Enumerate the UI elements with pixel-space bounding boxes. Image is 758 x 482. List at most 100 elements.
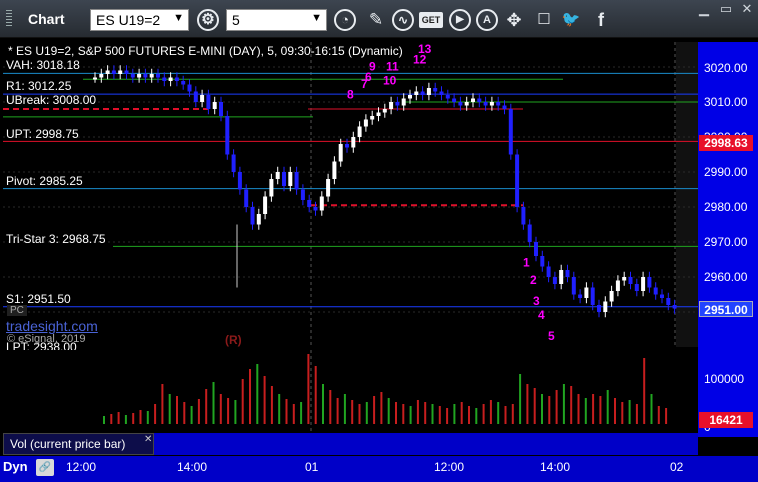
volume-bar [292, 404, 295, 424]
window-title: Chart [28, 11, 65, 27]
chart-title: * ES U19=2, S&P 500 FUTURES E-MINI (DAY)… [8, 44, 403, 58]
volume-tick: 100000 [704, 372, 745, 386]
volume-bar [161, 384, 164, 424]
price-plot[interactable]: 1 2 3 4 5 6 7 8 9 10 11 12 13 * ES U19=2, S&P 500 FU… [3, 42, 698, 354]
volume-bar [409, 406, 412, 424]
candle-body [156, 74, 160, 78]
volume-bar [621, 402, 624, 424]
candle-body [382, 109, 387, 113]
volume-bar [336, 398, 339, 424]
settings-gear-icon[interactable]: ⚙ [197, 9, 219, 31]
close-icon[interactable]: ✕ [144, 434, 152, 445]
clock-icon[interactable]: ◔ [334, 9, 356, 31]
candle-body [351, 137, 356, 148]
dyn-mode-label[interactable]: Dyn [3, 459, 28, 474]
candle-body [489, 102, 494, 106]
volume-bar [219, 394, 222, 424]
volume-bar [599, 396, 602, 424]
candle-body [124, 70, 129, 74]
volume-bar [446, 408, 449, 424]
candle-body [269, 179, 274, 197]
volume-bar [614, 398, 616, 424]
alert-icon[interactable]: A [476, 9, 498, 31]
volume-bar [497, 402, 500, 424]
volume-bar [416, 400, 419, 424]
candle-body [200, 95, 205, 102]
price-axis[interactable]: 3020.00 3010.00 3000.00 2990.00 2980.00 … [698, 42, 758, 437]
candle-body [584, 287, 589, 298]
chevron-down-icon[interactable]: ▼ [311, 12, 322, 24]
candle-body [288, 172, 293, 186]
interval-input[interactable]: 5 ▼ [226, 9, 327, 31]
volume-pane[interactable] [3, 350, 698, 432]
time-axis[interactable]: Dyn 🔗 12:00 14:00 01 12:00 14:00 02 [0, 456, 758, 482]
sequence-count: 1 [523, 256, 530, 270]
volume-bar [606, 390, 609, 424]
candle-body [174, 77, 179, 81]
r-marker: (R) [225, 333, 242, 347]
volume-bar [154, 404, 157, 424]
volume-bar [322, 384, 324, 424]
candle-body [275, 172, 280, 179]
volume-chart-svg [103, 350, 668, 432]
interval-value: 5 [232, 12, 240, 28]
candle-body [590, 287, 595, 305]
candle-body [647, 277, 652, 288]
indicator-icon[interactable]: ∿ [392, 9, 414, 31]
facebook-icon[interactable]: f [590, 9, 612, 31]
twitter-icon[interactable]: 🐦 [560, 9, 582, 31]
candle-body [118, 70, 123, 74]
sequence-count: 10 [383, 74, 397, 88]
volume-bar [314, 366, 317, 424]
volume-bar [511, 404, 514, 424]
time-tick: 12:00 [66, 460, 97, 474]
price-tick: 2960.00 [704, 270, 748, 284]
time-tick: 12:00 [434, 460, 465, 474]
grip-icon[interactable] [6, 10, 12, 28]
restore-icon[interactable]: ▭ [716, 1, 736, 17]
volume-bar [300, 402, 303, 424]
play-icon[interactable]: ▶ [449, 9, 471, 31]
sequence-count: 7 [361, 77, 368, 91]
chevron-down-icon[interactable]: ▼ [173, 12, 184, 24]
candle-body [168, 77, 173, 81]
volume-bar [424, 402, 427, 424]
minimize-icon[interactable]: ▁ [694, 1, 714, 17]
volume-bar [562, 384, 565, 424]
last-price-tag-blue: 2951.00 [699, 301, 753, 317]
volume-bar [263, 376, 266, 424]
sequence-count: 8 [347, 88, 354, 102]
candle-body [471, 98, 475, 102]
volume-bar [343, 394, 346, 424]
volume-bar [657, 406, 660, 424]
close-icon[interactable]: ✕ [737, 1, 757, 17]
symbol-input[interactable]: ES U19=2 ▼ [90, 9, 189, 31]
comment-icon[interactable]: ☐ [533, 9, 555, 31]
volume-bar [168, 394, 171, 424]
candle-body [477, 98, 482, 102]
sequence-count: 13 [418, 42, 432, 56]
volume-bar [635, 404, 638, 424]
candle-body [231, 154, 236, 172]
volume-bar [183, 402, 186, 424]
get-icon[interactable]: GET [419, 12, 443, 28]
volume-bar [577, 394, 580, 424]
volume-bar [329, 390, 332, 424]
volume-bar [124, 415, 127, 424]
volume-bar [402, 404, 405, 424]
pencil-icon[interactable]: ✎ [365, 9, 387, 31]
candle-body [338, 144, 343, 162]
volume-bar [555, 390, 558, 424]
candle-body [483, 102, 488, 106]
volume-band [154, 433, 698, 455]
move-icon[interactable]: ✥ [503, 9, 525, 31]
candle-body [395, 102, 400, 106]
candle-body [244, 189, 249, 207]
price-chart-svg: 1234567891011 1213 [3, 42, 698, 347]
volume-bar [234, 400, 237, 424]
level-label-ubreak: UBreak: 3008.00 [6, 93, 97, 107]
volume-bar [270, 386, 273, 424]
link-icon[interactable]: 🔗 [36, 459, 54, 476]
watermark-link[interactable]: tradesight.com [6, 318, 98, 334]
price-tick: 2970.00 [704, 235, 748, 249]
